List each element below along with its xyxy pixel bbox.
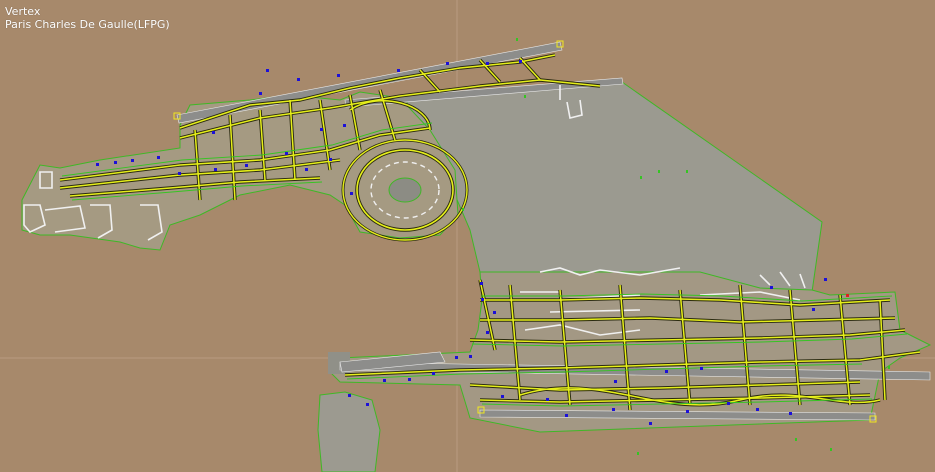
airport-name-label: Paris Charles De Gaulle(LFPG) — [5, 18, 170, 31]
selected-vertex-marker[interactable] — [846, 294, 849, 297]
tool-name-label: Vertex — [5, 5, 41, 18]
airport-layout-map[interactable] — [0, 0, 935, 472]
cargo-area-southwest[interactable] — [317, 391, 381, 472]
map-info-overlay: Vertex Paris Charles De Gaulle(LFPG) — [5, 5, 170, 31]
airport-map-view[interactable] — [0, 0, 935, 472]
